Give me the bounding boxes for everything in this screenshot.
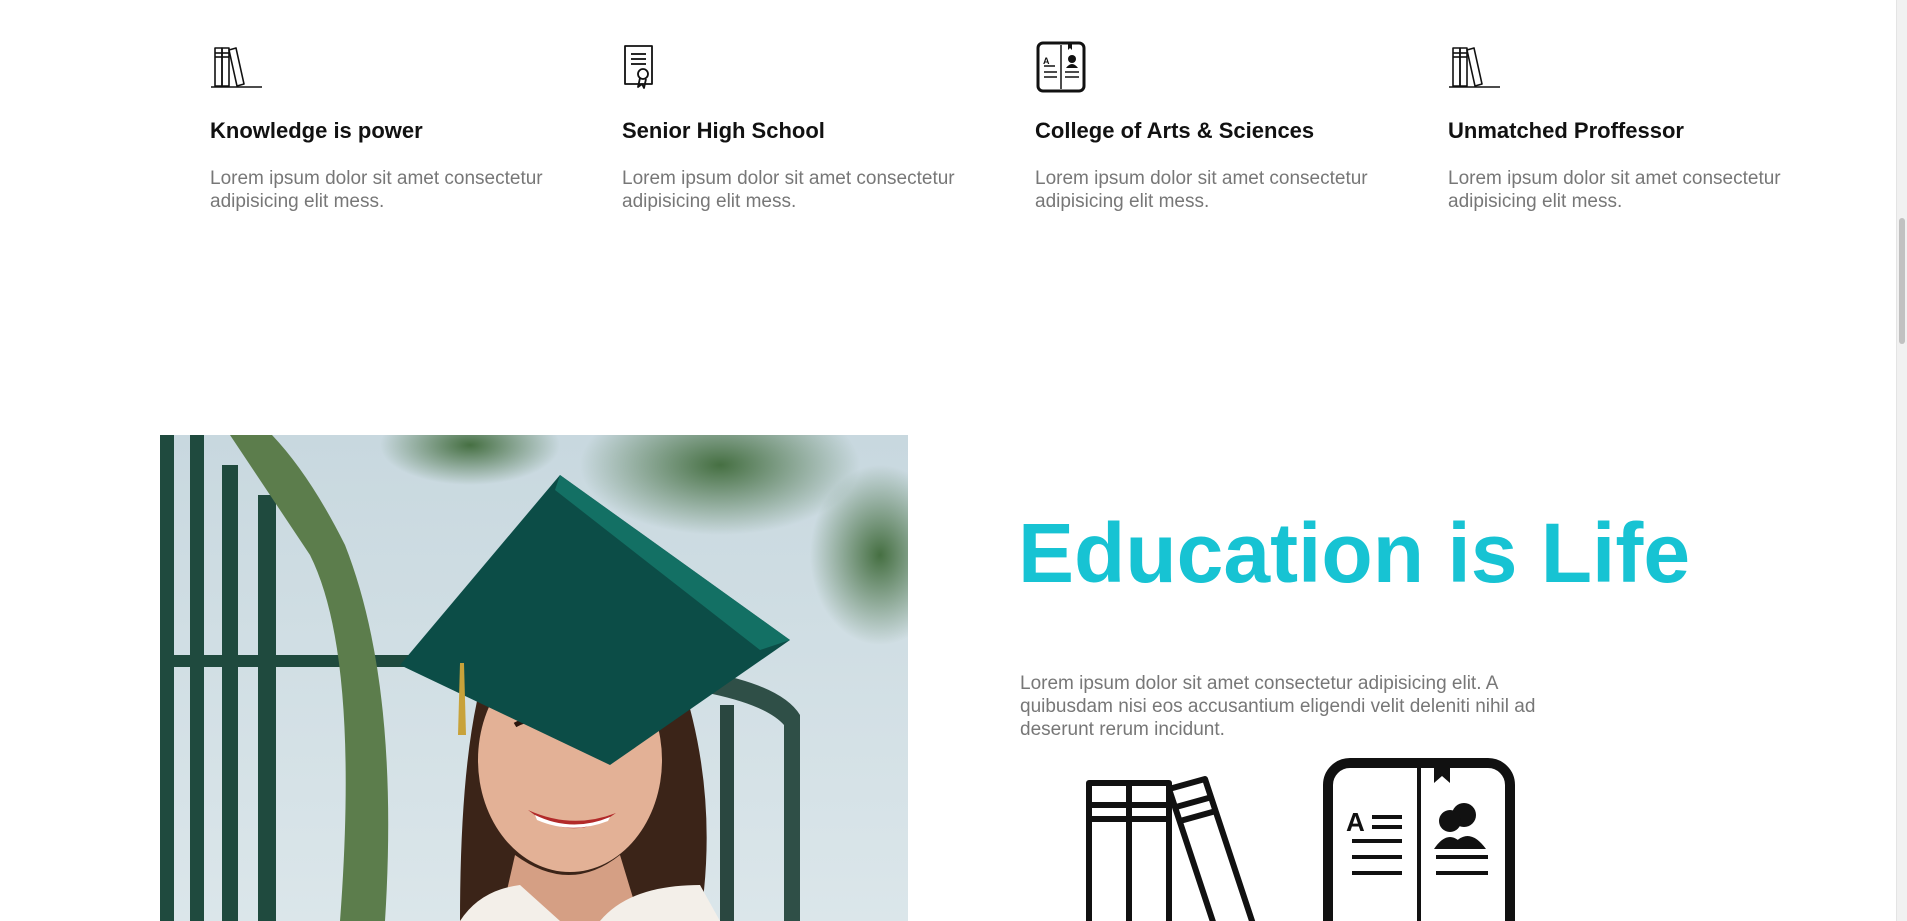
- books-icon: [211, 47, 262, 88]
- feature-title: Knowledge is power: [210, 118, 423, 143]
- graduate-photo: [160, 435, 908, 921]
- feature-senior-high: Senior High School Lorem ipsum dolor sit…: [622, 40, 982, 212]
- feature-title: College of Arts & Sciences: [1035, 118, 1315, 143]
- feature-text: Lorem ipsum dolor sit amet consectetur a…: [1035, 168, 1368, 212]
- feature-knowledge: Knowledge is power Lorem ipsum dolor sit…: [210, 40, 570, 212]
- open-book-icon: A: [1036, 41, 1086, 93]
- certificate-icon: [624, 45, 653, 89]
- books-icon: [1449, 47, 1500, 88]
- feature-text: Lorem ipsum dolor sit amet consectetur a…: [210, 168, 543, 212]
- open-book-icon: A: [1323, 758, 1515, 921]
- vertical-scrollbar[interactable]: [1896, 0, 1907, 921]
- feature-title: Unmatched Proffessor: [1448, 118, 1684, 143]
- books-icon: [1086, 776, 1256, 921]
- svg-text:A: A: [1346, 807, 1365, 837]
- scrollbar-thumb[interactable]: [1899, 218, 1905, 344]
- feature-text: Lorem ipsum dolor sit amet consectetur a…: [622, 168, 955, 212]
- feature-text: Lorem ipsum dolor sit amet consectetur a…: [1448, 168, 1781, 212]
- section-description: Lorem ipsum dolor sit amet consectetur a…: [1020, 673, 1536, 740]
- svg-text:A: A: [1043, 56, 1050, 66]
- feature-professor: Unmatched Proffessor Lorem ipsum dolor s…: [1448, 40, 1808, 212]
- page: Knowledge is power Lorem ipsum dolor sit…: [0, 0, 1907, 921]
- section-title: Education is Life: [1018, 506, 1691, 600]
- feature-title: Senior High School: [622, 118, 825, 143]
- feature-college: A College of Arts & Sciences Lorem ipsum…: [1035, 40, 1395, 212]
